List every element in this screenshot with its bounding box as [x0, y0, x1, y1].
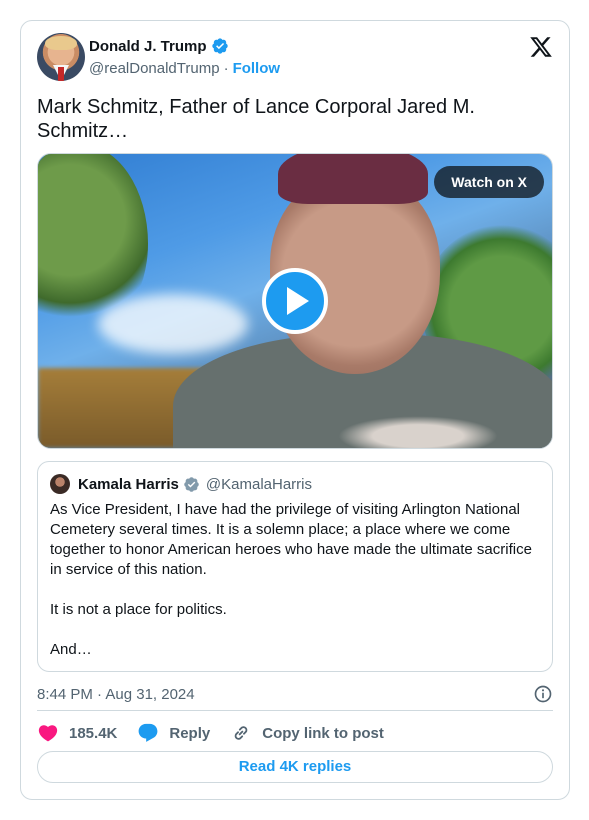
action-bar: 185.4K Reply Copy link to post: [37, 721, 384, 745]
quoted-author-handle: @KamalaHarris: [205, 475, 312, 493]
reply-bubble-icon: [138, 723, 158, 742]
read-replies-button[interactable]: Read 4K replies: [37, 751, 553, 783]
handle-separator: ·: [223, 60, 229, 77]
reply-button[interactable]: Reply: [137, 722, 210, 744]
heart-icon: [38, 725, 58, 742]
tweet-text: Mark Schmitz, Father of Lance Corporal J…: [37, 96, 475, 142]
author-handle[interactable]: @realDonaldTrump: [89, 60, 220, 77]
government-verified-badge-icon: [184, 476, 199, 492]
play-icon: [287, 287, 309, 315]
thumbnail-cap: [278, 154, 428, 204]
info-icon[interactable]: [533, 684, 553, 704]
timestamp-row: 8:44 PM · Aug 31, 2024: [37, 683, 553, 705]
tweet-header: Donald J. Trump @realDonaldTrump · Follo…: [37, 33, 553, 83]
watch-on-x-button[interactable]: Watch on X: [434, 166, 544, 198]
like-button[interactable]: 185.4K: [37, 722, 117, 744]
play-button[interactable]: [262, 268, 328, 334]
author-handle-row: @realDonaldTrump · Follow: [89, 60, 280, 77]
quoted-tweet-body: As Vice President, I have had the privil…: [50, 500, 542, 680]
like-count: 185.4K: [69, 724, 118, 742]
copy-link-label: Copy link to post: [262, 724, 384, 742]
author-avatar[interactable]: [37, 33, 85, 81]
quoted-paragraph: And…: [50, 641, 92, 658]
video-thumbnail[interactable]: Watch on X: [37, 153, 553, 449]
thumbnail-cloud: [98, 294, 248, 354]
thumbnail-shirt-print: [338, 416, 498, 448]
verified-badge-icon: [211, 38, 228, 54]
quoted-tweet-header: Kamala Harris @KamalaHarris: [50, 474, 312, 494]
avatar-hair: [45, 36, 77, 50]
quoted-author-name: Kamala Harris: [78, 475, 179, 493]
link-icon: [234, 726, 248, 740]
quoted-author-avatar: [50, 474, 70, 494]
tweet-timestamp[interactable]: 8:44 PM · Aug 31, 2024: [37, 686, 195, 703]
divider: [37, 710, 553, 711]
author-names: Donald J. Trump @realDonaldTrump · Follo…: [89, 37, 280, 78]
quoted-paragraph: It is not a place for politics.: [50, 601, 227, 618]
avatar-tie: [58, 67, 64, 81]
reply-label: Reply: [169, 724, 211, 742]
tweet-embed-card: Donald J. Trump @realDonaldTrump · Follo…: [20, 20, 570, 800]
quoted-tweet[interactable]: Kamala Harris @KamalaHarris As Vice Pres…: [37, 461, 553, 672]
author-display-name[interactable]: Donald J. Trump: [89, 38, 207, 55]
follow-link[interactable]: Follow: [233, 60, 281, 77]
author-display-row: Donald J. Trump: [89, 37, 280, 55]
quoted-paragraph: As Vice President, I have had the privil…: [50, 501, 532, 578]
copy-link-button[interactable]: Copy link to post: [230, 722, 384, 744]
x-logo-icon[interactable]: [529, 35, 553, 59]
